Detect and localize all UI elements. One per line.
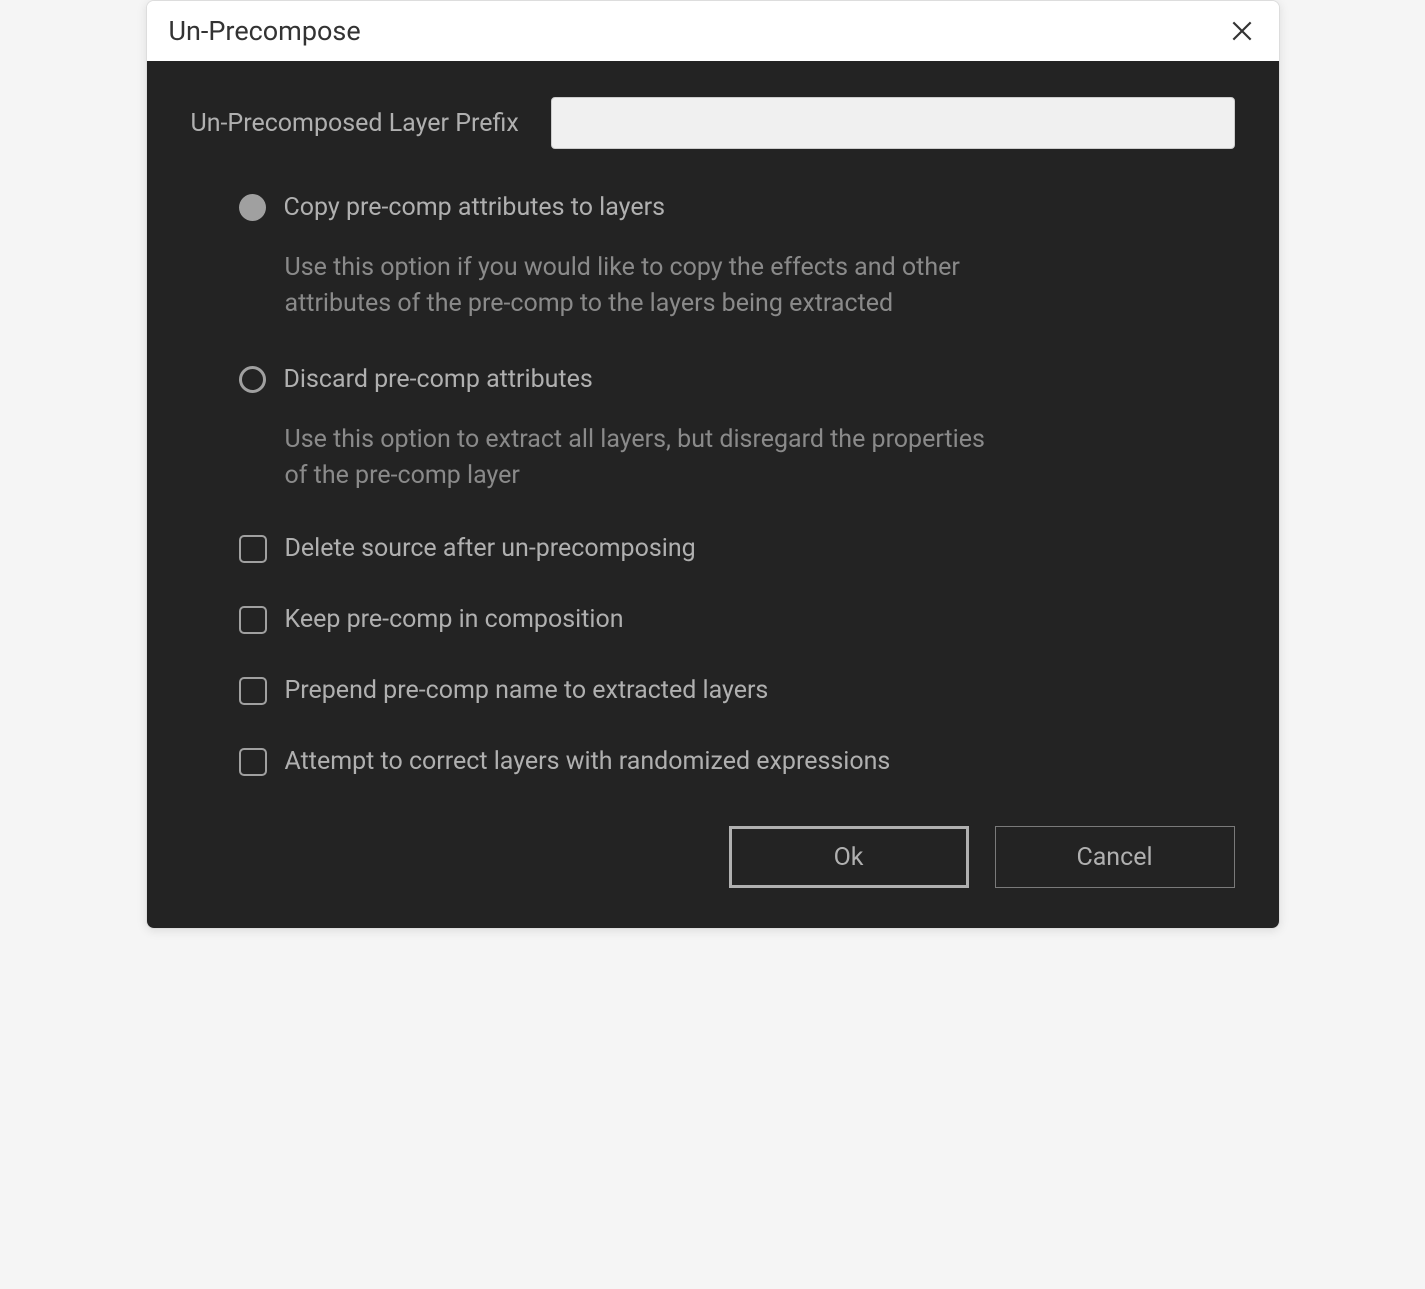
- checkbox-unchecked-icon: [239, 748, 267, 776]
- checkbox-delete-source-label: Delete source after un-precomposing: [285, 534, 696, 563]
- radio-unselected-icon: [239, 366, 266, 393]
- radio-copy-attributes[interactable]: Copy pre-comp attributes to layers Use t…: [239, 193, 1235, 323]
- radio-selected-icon: [239, 194, 266, 221]
- checkbox-correct-random-label: Attempt to correct layers with randomize…: [285, 747, 891, 776]
- radio-copy-label: Copy pre-comp attributes to layers: [284, 193, 665, 222]
- cancel-button[interactable]: Cancel: [995, 826, 1235, 888]
- close-icon: [1229, 18, 1255, 44]
- titlebar: Un-Precompose: [147, 1, 1279, 61]
- checkbox-prepend-name[interactable]: Prepend pre-comp name to extracted layer…: [239, 676, 1235, 705]
- radio-discard-attributes[interactable]: Discard pre-comp attributes Use this opt…: [239, 365, 1235, 495]
- prefix-input[interactable]: [551, 97, 1235, 149]
- checkbox-correct-random[interactable]: Attempt to correct layers with randomize…: [239, 747, 1235, 776]
- checkbox-delete-source[interactable]: Delete source after un-precomposing: [239, 534, 1235, 563]
- prefix-label: Un-Precomposed Layer Prefix: [191, 109, 519, 138]
- close-button[interactable]: [1227, 16, 1257, 46]
- checkbox-unchecked-icon: [239, 535, 267, 563]
- checkbox-unchecked-icon: [239, 677, 267, 705]
- checkbox-prepend-name-label: Prepend pre-comp name to extracted layer…: [285, 676, 769, 705]
- checkbox-keep-precomp-label: Keep pre-comp in composition: [285, 605, 624, 634]
- button-row: Ok Cancel: [191, 826, 1235, 888]
- checkbox-group: Delete source after un-precomposing Keep…: [191, 534, 1235, 776]
- prefix-row: Un-Precomposed Layer Prefix: [191, 97, 1235, 149]
- ok-button[interactable]: Ok: [729, 826, 969, 888]
- dialog-title: Un-Precompose: [169, 15, 361, 47]
- radio-discard-description: Use this option to extract all layers, b…: [285, 422, 1005, 495]
- radio-copy-description: Use this option if you would like to cop…: [285, 250, 1005, 323]
- dialog-content: Un-Precomposed Layer Prefix Copy pre-com…: [147, 61, 1279, 928]
- radio-group: Copy pre-comp attributes to layers Use t…: [191, 193, 1235, 494]
- checkbox-keep-precomp[interactable]: Keep pre-comp in composition: [239, 605, 1235, 634]
- un-precompose-dialog: Un-Precompose Un-Precomposed Layer Prefi…: [146, 0, 1280, 929]
- radio-discard-label: Discard pre-comp attributes: [284, 365, 593, 394]
- checkbox-unchecked-icon: [239, 606, 267, 634]
